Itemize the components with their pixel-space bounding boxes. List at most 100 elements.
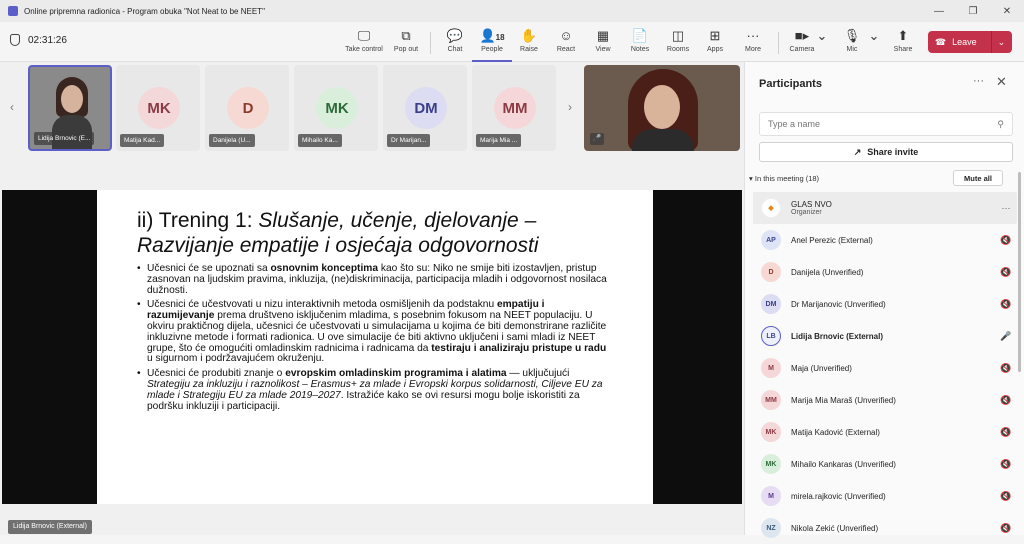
phone-icon: ☎ (934, 36, 947, 47)
more-options-icon[interactable]: ··· (973, 75, 984, 87)
more-button[interactable]: ··· More (733, 26, 773, 53)
pop-out-icon: ⧉ (401, 28, 411, 43)
participant-row[interactable]: M mirela.rajkovic (Unverified) 🔇 (753, 480, 1017, 512)
video-tile[interactable]: DM Dr Marijan... (383, 65, 467, 151)
minimize-button[interactable]: — (922, 6, 956, 17)
avatar: MK (316, 87, 358, 129)
avatar: M (761, 486, 781, 506)
search-icon: ⚲ (997, 118, 1004, 129)
participant-row[interactable]: M Maja (Unverified) 🔇 (753, 352, 1017, 384)
more-options-icon[interactable]: ··· (995, 203, 1017, 213)
leave-button[interactable]: ☎ Leave ⌄ (928, 31, 1012, 53)
people-count: 18 (495, 33, 505, 42)
screen-control-icon: 🖵 (357, 28, 371, 43)
avatar: DM (405, 87, 447, 129)
video-tile[interactable]: MK Matija Kad... (116, 65, 200, 151)
mic-off-icon: 🔇 (1000, 490, 1012, 501)
speaker-body (632, 129, 694, 151)
participant-name: Maja (Unverified) (791, 363, 852, 373)
participant-row[interactable]: MK Matija Kadović (External) 🔇 (753, 416, 1017, 448)
camera-options-chevron[interactable]: ⌄ (812, 26, 832, 46)
view-button[interactable]: ▦ View (583, 26, 623, 53)
tile-name: Matija Kad... (120, 134, 165, 147)
participant-name: Marija Mia Maraš (Unverified) (791, 395, 896, 405)
avatar: M (761, 358, 781, 378)
more-dots-icon: ··· (746, 28, 760, 43)
slide-bullet: Učesnici će se upoznati sa osnovnim konc… (137, 263, 613, 296)
rooms-button[interactable]: ◫ Rooms (658, 26, 698, 53)
slide-bullet: Učesnici će učestvovati u nizu interakti… (137, 299, 613, 365)
active-speaker-video[interactable]: 🎤 (584, 65, 740, 151)
window-title: Online pripremna radionica - Program obu… (24, 6, 265, 16)
video-tile[interactable]: MM Marija Mia ... (472, 65, 556, 151)
share-invite-button[interactable]: ↗ Share invite (759, 142, 1013, 162)
video-tile[interactable]: MK Mihailo Ka... (294, 65, 378, 151)
toolbar-divider (430, 32, 431, 54)
avatar: NZ (761, 518, 781, 538)
avatar: MK (761, 454, 781, 474)
participant-row[interactable]: MK Mihailo Kankaras (Unverified) 🔇 (753, 448, 1017, 480)
participant-row[interactable]: LB Lidija Brnovic (External) 🎤 (753, 320, 1017, 352)
participant-row[interactable]: D Danijela (Unverified) 🔇 (753, 256, 1017, 288)
tile-name: Lidija Brnovic (E... (34, 132, 95, 145)
share-icon: ⬆ (897, 28, 909, 43)
gallery-next-icon[interactable]: › (568, 100, 572, 114)
participant-search-input[interactable]: Type a name ⚲ (759, 112, 1013, 136)
shared-screen: ii) Trening 1: Slušanje, učenje, djelova… (2, 190, 742, 504)
close-window-button[interactable]: ✕ (990, 6, 1024, 17)
raise-hand-button[interactable]: ✋ Raise (509, 26, 549, 53)
shield-icon (10, 34, 20, 46)
participant-row[interactable]: ◆ GLAS NVO Organizer ··· (753, 192, 1017, 224)
participant-row[interactable]: NZ Nikola Zekić (Unverified) 🔇 (753, 512, 1017, 544)
mic-off-icon: 🔇 (1000, 522, 1012, 533)
participant-row[interactable]: DM Dr Marijanovic (Unverified) 🔇 (753, 288, 1017, 320)
notes-icon: 📄 (631, 28, 649, 43)
in-meeting-header[interactable]: ▾ In this meeting (18) (749, 174, 819, 183)
avatar: MM (761, 390, 781, 410)
mute-all-button[interactable]: Mute all (953, 170, 1003, 186)
chat-icon: 💬 (446, 28, 464, 43)
chat-button[interactable]: 💬 Chat (435, 26, 475, 53)
people-button[interactable]: 👤18 People (472, 26, 512, 62)
avatar: AP (761, 230, 781, 250)
meeting-timer: 02:31:26 (10, 34, 67, 46)
participant-name: Lidija Brnovic (External) (791, 331, 884, 341)
speaker-face (644, 85, 680, 129)
avatar: DM (761, 294, 781, 314)
mic-off-icon: 🔇 (1000, 362, 1012, 373)
teams-app-icon (8, 6, 18, 16)
avatar: MM (494, 87, 536, 129)
share-button[interactable]: ⬆ Share (883, 26, 923, 53)
panel-title: Participants (759, 78, 822, 90)
video-gallery: ‹ Lidija Brnovic (E... MK Matija Kad... … (0, 62, 744, 154)
avatar: ◆ (761, 198, 781, 218)
react-button[interactable]: ☺ React (546, 26, 586, 53)
tile-name: Dr Marijan... (387, 134, 431, 147)
chevron-down-icon[interactable]: ⌄ (998, 37, 1006, 48)
participant-row[interactable]: MM Marija Mia Maraš (Unverified) 🔇 (753, 384, 1017, 416)
avatar: LB (761, 326, 781, 346)
apps-button[interactable]: ⊞ Apps (695, 26, 735, 53)
avatar: MK (138, 87, 180, 129)
pop-out-button[interactable]: ⧉ Pop out (386, 26, 426, 53)
take-control-button[interactable]: 🖵 Take control (344, 26, 384, 53)
video-tile[interactable]: D Danijela (U... (205, 65, 289, 151)
close-icon[interactable]: ✕ (996, 74, 1007, 90)
video-tile[interactable]: Lidija Brnovic (E... (28, 65, 112, 151)
notes-button[interactable]: 📄 Notes (620, 26, 660, 53)
mic-off-icon: 🔇 (1000, 394, 1012, 405)
meeting-toolbar: 02:31:26 🖵 Take control ⧉ Pop out 💬 Chat… (0, 22, 1024, 62)
mic-options-chevron[interactable]: ⌄ (864, 26, 884, 46)
restore-button[interactable]: ❐ (956, 6, 990, 17)
participant-name: Nikola Zekić (Unverified) (791, 523, 879, 533)
participant-name: Anel Perezic (External) (791, 235, 873, 245)
chevron-down-icon: ⌄ (868, 28, 880, 43)
share-link-icon: ↗ (853, 146, 862, 157)
apps-icon: ⊞ (709, 28, 721, 43)
panel-scrollbar[interactable] (1018, 172, 1021, 372)
grid-view-icon: ▦ (596, 28, 610, 43)
chevron-down-icon: ⌄ (816, 28, 828, 43)
meeting-stage: ‹ Lidija Brnovic (E... MK Matija Kad... … (0, 62, 744, 535)
participant-row[interactable]: AP Anel Perezic (External) 🔇 (753, 224, 1017, 256)
gallery-prev-icon[interactable]: ‹ (10, 100, 14, 114)
